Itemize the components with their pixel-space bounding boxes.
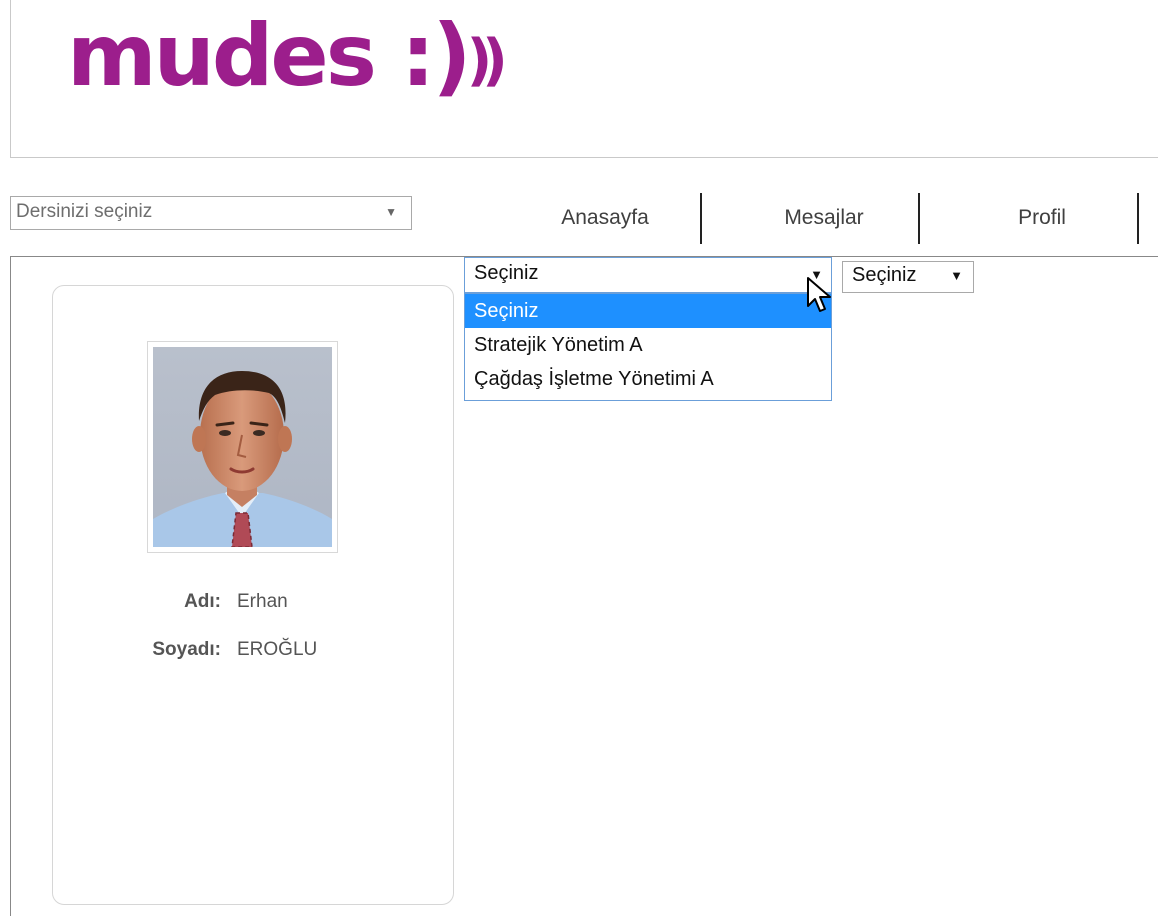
- class-select-options: Seçiniz Stratejik Yönetim A Çağdaş İşlet…: [464, 293, 832, 401]
- dropdown-option[interactable]: Seçiniz: [465, 294, 831, 328]
- nav-item-mesajlar[interactable]: Mesajlar: [742, 193, 906, 243]
- dropdown-option[interactable]: Çağdaş İşletme Yönetimi A: [465, 362, 831, 396]
- profile-photo: [147, 341, 338, 553]
- nav-item-anasayfa[interactable]: Anasayfa: [522, 193, 688, 243]
- mouse-pointer-icon: [807, 277, 831, 312]
- triangle-down-icon: ▼: [385, 205, 397, 219]
- first-name-label: Adı:: [184, 591, 221, 612]
- site-header: mudes :))): [10, 0, 1158, 158]
- nav-separator: [918, 193, 920, 244]
- second-select[interactable]: Seçiniz ▼: [842, 261, 974, 293]
- dropdown-option[interactable]: Stratejik Yönetim A: [465, 328, 831, 362]
- logo-text: mudes :): [67, 6, 472, 106]
- nav-separator: [700, 193, 702, 244]
- triangle-down-icon: ▼: [950, 268, 963, 283]
- course-select[interactable]: Dersinizi seçiniz ▼: [10, 196, 412, 230]
- nav-item-profil[interactable]: Profil: [972, 193, 1112, 243]
- nav-separator: [1137, 193, 1139, 244]
- last-name-label: Soyadı:: [152, 639, 221, 660]
- second-select-value: Seçiniz: [852, 264, 917, 286]
- profile-card: Adı: Erhan Soyadı: EROĞLU: [52, 285, 454, 905]
- mudes-logo[interactable]: mudes :))): [67, 13, 508, 99]
- first-name-value: Erhan: [237, 591, 288, 612]
- class-select[interactable]: Seçiniz ▼: [464, 257, 832, 293]
- course-select-placeholder: Dersinizi seçiniz: [16, 201, 153, 222]
- last-name-value: EROĞLU: [237, 639, 318, 660]
- logo-waves: )): [466, 28, 508, 93]
- class-select-value: Seçiniz: [474, 262, 539, 284]
